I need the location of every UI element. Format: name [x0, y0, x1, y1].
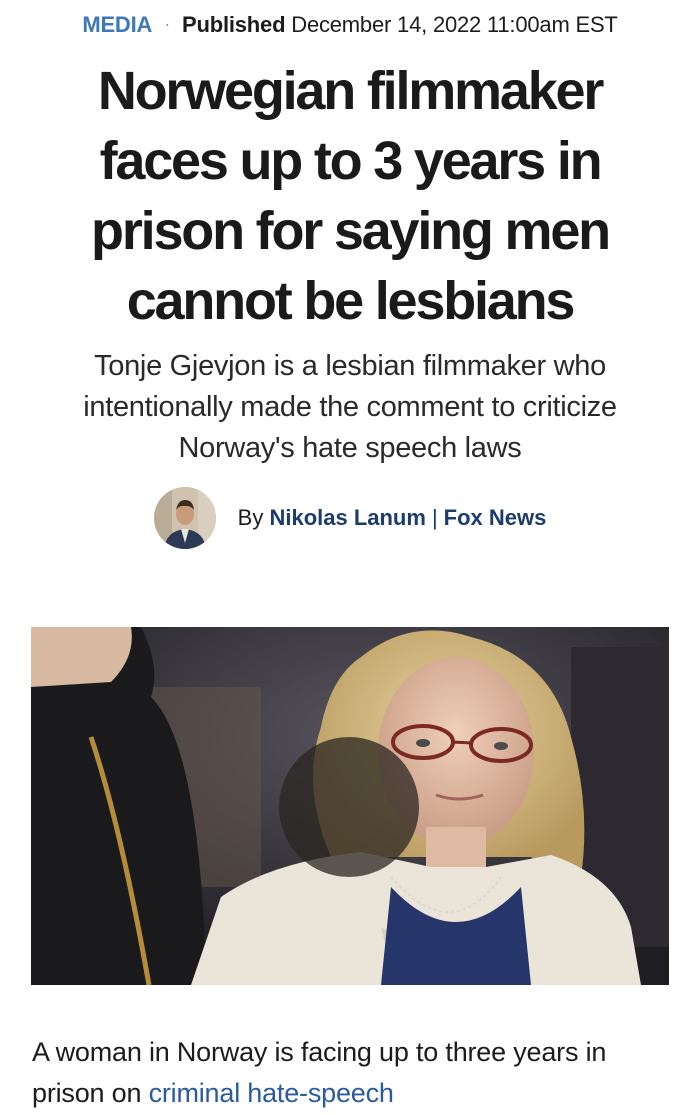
article-hero-photo[interactable]	[31, 627, 669, 985]
byline-prefix: By	[237, 505, 264, 530]
article-subheadline: Tonje Gjevjon is a lesbian filmmaker who…	[83, 350, 617, 464]
article-body-paragraph: A woman in Norway is facing up to three …	[32, 1032, 672, 1114]
article-headline: Norwegian filmmaker faces up to 3 years …	[91, 61, 611, 331]
byline-text: By Nikolas Lanum | Fox News	[238, 505, 547, 531]
byline-separator: |	[431, 505, 438, 530]
category-link[interactable]: MEDIA	[82, 12, 152, 37]
outlet-link[interactable]: Fox News	[444, 505, 547, 530]
published-label: Published	[182, 12, 286, 37]
meta-separator: ·	[164, 14, 170, 34]
body-link[interactable]: criminal hate-speech	[149, 1078, 394, 1108]
published-date: December 14, 2022 11:00am EST	[291, 12, 618, 37]
article-meta: MEDIA · Published December 14, 2022 11:00a…	[0, 12, 700, 38]
author-link[interactable]: Nikolas Lanum	[269, 505, 425, 530]
author-avatar[interactable]	[153, 487, 216, 549]
byline: By Nikolas Lanum | Fox News	[0, 486, 700, 550]
